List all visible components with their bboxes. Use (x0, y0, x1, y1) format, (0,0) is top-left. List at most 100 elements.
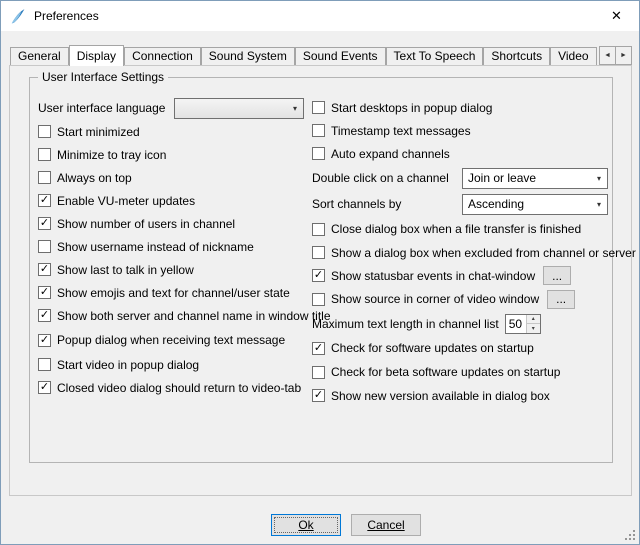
row-excluded-dialog[interactable]: ✓ Show a dialog box when excluded from c… (312, 241, 608, 264)
arrow-right-icon: ► (620, 52, 627, 59)
row-language: User interface language ▾ (38, 96, 304, 120)
close-button[interactable]: ✕ (594, 1, 639, 31)
start-minimized-checkbox[interactable]: ✓ (38, 125, 51, 138)
sort-channels-value: Ascending (468, 197, 524, 211)
minimize-to-tray-label: Minimize to tray icon (57, 148, 166, 162)
window-title: Preferences (34, 9, 99, 23)
double-click-value: Join or leave (468, 171, 536, 185)
tab-display[interactable]: Display (69, 45, 124, 66)
video-source-checkbox[interactable]: ✓ (312, 293, 325, 306)
row-check-updates[interactable]: ✓ Check for software updates on startup (312, 336, 608, 360)
server-channel-title-checkbox[interactable]: ✓ (38, 309, 51, 322)
statusbar-events-checkbox[interactable]: ✓ (312, 269, 325, 282)
tab-shortcuts[interactable]: Shortcuts (483, 47, 550, 65)
row-sort-channels: Sort channels by Ascending ▾ (312, 191, 608, 217)
row-check-beta-updates[interactable]: ✓ Check for beta software updates on sta… (312, 360, 608, 384)
row-start-desktops-popup[interactable]: ✓ Start desktops in popup dialog (312, 96, 608, 119)
spin-down-icon[interactable]: ▾ (527, 323, 540, 333)
language-label: User interface language (38, 101, 165, 115)
max-text-length-value: 50 (506, 315, 526, 333)
tab-general[interactable]: General (10, 47, 69, 65)
tab-scroll-right-button[interactable]: ► (615, 46, 632, 65)
show-user-count-checkbox[interactable]: ✓ (38, 217, 51, 230)
ok-button[interactable]: Ok (271, 514, 341, 536)
row-double-click: Double click on a channel Join or leave … (312, 165, 608, 191)
statusbar-events-options-button[interactable]: ... (543, 266, 571, 285)
show-new-version-checkbox[interactable]: ✓ (312, 389, 325, 402)
close-filetransfer-checkbox[interactable]: ✓ (312, 223, 325, 236)
start-desktops-popup-label: Start desktops in popup dialog (331, 101, 492, 115)
statusbar-events-label: Show statusbar events in chat-window (331, 269, 535, 283)
last-to-talk-checkbox[interactable]: ✓ (38, 263, 51, 276)
vu-meter-label: Enable VU-meter updates (57, 194, 195, 208)
row-timestamp-messages[interactable]: ✓ Timestamp text messages (312, 119, 608, 142)
row-auto-expand-channels[interactable]: ✓ Auto expand channels (312, 142, 608, 165)
tab-sound-system[interactable]: Sound System (201, 47, 295, 65)
language-combobox[interactable]: ▾ (174, 98, 304, 119)
check-updates-checkbox[interactable]: ✓ (312, 342, 325, 355)
show-user-count-label: Show number of users in channel (57, 217, 235, 231)
chevron-down-icon: ▾ (591, 200, 607, 209)
start-video-popup-label: Start video in popup dialog (57, 358, 199, 372)
tab-scroll-left-button[interactable]: ◄ (599, 46, 616, 65)
row-last-to-talk[interactable]: ✓ Show last to talk in yellow (38, 258, 304, 281)
chevron-down-icon: ▾ (287, 104, 303, 113)
close-icon: ✕ (611, 8, 622, 24)
tab-sound-events[interactable]: Sound Events (295, 47, 386, 65)
spinner-buttons: ▴ ▾ (526, 315, 540, 333)
titlebar[interactable]: Preferences ✕ (1, 1, 639, 31)
row-show-user-count[interactable]: ✓ Show number of users in channel (38, 212, 304, 235)
tab-video[interactable]: Video (550, 47, 596, 65)
row-vu-meter[interactable]: ✓ Enable VU-meter updates (38, 189, 304, 212)
emoji-text-state-checkbox[interactable]: ✓ (38, 286, 51, 299)
timestamp-messages-label: Timestamp text messages (331, 124, 471, 138)
max-text-length-spinner[interactable]: 50 ▴ ▾ (505, 314, 541, 334)
row-server-channel-title[interactable]: ✓ Show both server and channel name in w… (38, 304, 304, 327)
row-statusbar-events[interactable]: ✓ Show statusbar events in chat-window .… (312, 264, 608, 287)
row-video-source[interactable]: ✓ Show source in corner of video window … (312, 287, 608, 311)
tab-connection[interactable]: Connection (124, 47, 201, 65)
row-start-video-popup[interactable]: ✓ Start video in popup dialog (38, 353, 304, 376)
row-closed-video-return[interactable]: ✓ Closed video dialog should return to v… (38, 376, 304, 399)
start-desktops-popup-checkbox[interactable]: ✓ (312, 101, 325, 114)
check-icon: ✓ (314, 343, 323, 354)
tab-bar: General Display Connection Sound System … (10, 45, 597, 66)
spin-up-icon[interactable]: ▴ (527, 315, 540, 324)
popup-text-message-checkbox[interactable]: ✓ (38, 334, 51, 347)
row-popup-text-message[interactable]: ✓ Popup dialog when receiving text messa… (38, 327, 304, 353)
last-to-talk-label: Show last to talk in yellow (57, 263, 194, 277)
video-source-options-button[interactable]: ... (547, 290, 575, 309)
excluded-dialog-checkbox[interactable]: ✓ (312, 246, 325, 259)
row-start-minimized[interactable]: ✓ Start minimized (38, 120, 304, 143)
check-icon: ✓ (40, 218, 49, 229)
closed-video-return-label: Closed video dialog should return to vid… (57, 381, 301, 395)
timestamp-messages-checkbox[interactable]: ✓ (312, 124, 325, 137)
closed-video-return-checkbox[interactable]: ✓ (38, 381, 51, 394)
double-click-combobox[interactable]: Join or leave ▾ (462, 168, 608, 189)
minimize-to-tray-checkbox[interactable]: ✓ (38, 148, 51, 161)
row-always-on-top[interactable]: ✓ Always on top (38, 166, 304, 189)
vu-meter-checkbox[interactable]: ✓ (38, 194, 51, 207)
auto-expand-channels-label: Auto expand channels (331, 147, 450, 161)
row-minimize-to-tray[interactable]: ✓ Minimize to tray icon (38, 143, 304, 166)
check-icon: ✓ (40, 264, 49, 275)
auto-expand-channels-checkbox[interactable]: ✓ (312, 147, 325, 160)
tab-text-to-speech[interactable]: Text To Speech (386, 47, 484, 65)
row-show-username[interactable]: ✓ Show username instead of nickname (38, 235, 304, 258)
row-close-filetransfer[interactable]: ✓ Close dialog box when a file transfer … (312, 217, 608, 241)
check-beta-updates-checkbox[interactable]: ✓ (312, 366, 325, 379)
cancel-button[interactable]: Cancel (351, 514, 421, 536)
check-icon: ✓ (40, 310, 49, 321)
check-icon: ✓ (314, 270, 323, 281)
sort-channels-combobox[interactable]: Ascending ▾ (462, 194, 608, 215)
start-minimized-label: Start minimized (57, 125, 140, 139)
show-username-checkbox[interactable]: ✓ (38, 240, 51, 253)
check-icon: ✓ (40, 195, 49, 206)
row-emoji-text-state[interactable]: ✓ Show emojis and text for channel/user … (38, 281, 304, 304)
check-icon: ✓ (40, 335, 49, 346)
left-column: User interface language ▾ ✓ Start minimi… (38, 96, 304, 399)
start-video-popup-checkbox[interactable]: ✓ (38, 358, 51, 371)
always-on-top-checkbox[interactable]: ✓ (38, 171, 51, 184)
row-show-new-version[interactable]: ✓ Show new version available in dialog b… (312, 384, 608, 407)
resize-grip[interactable] (633, 538, 635, 540)
